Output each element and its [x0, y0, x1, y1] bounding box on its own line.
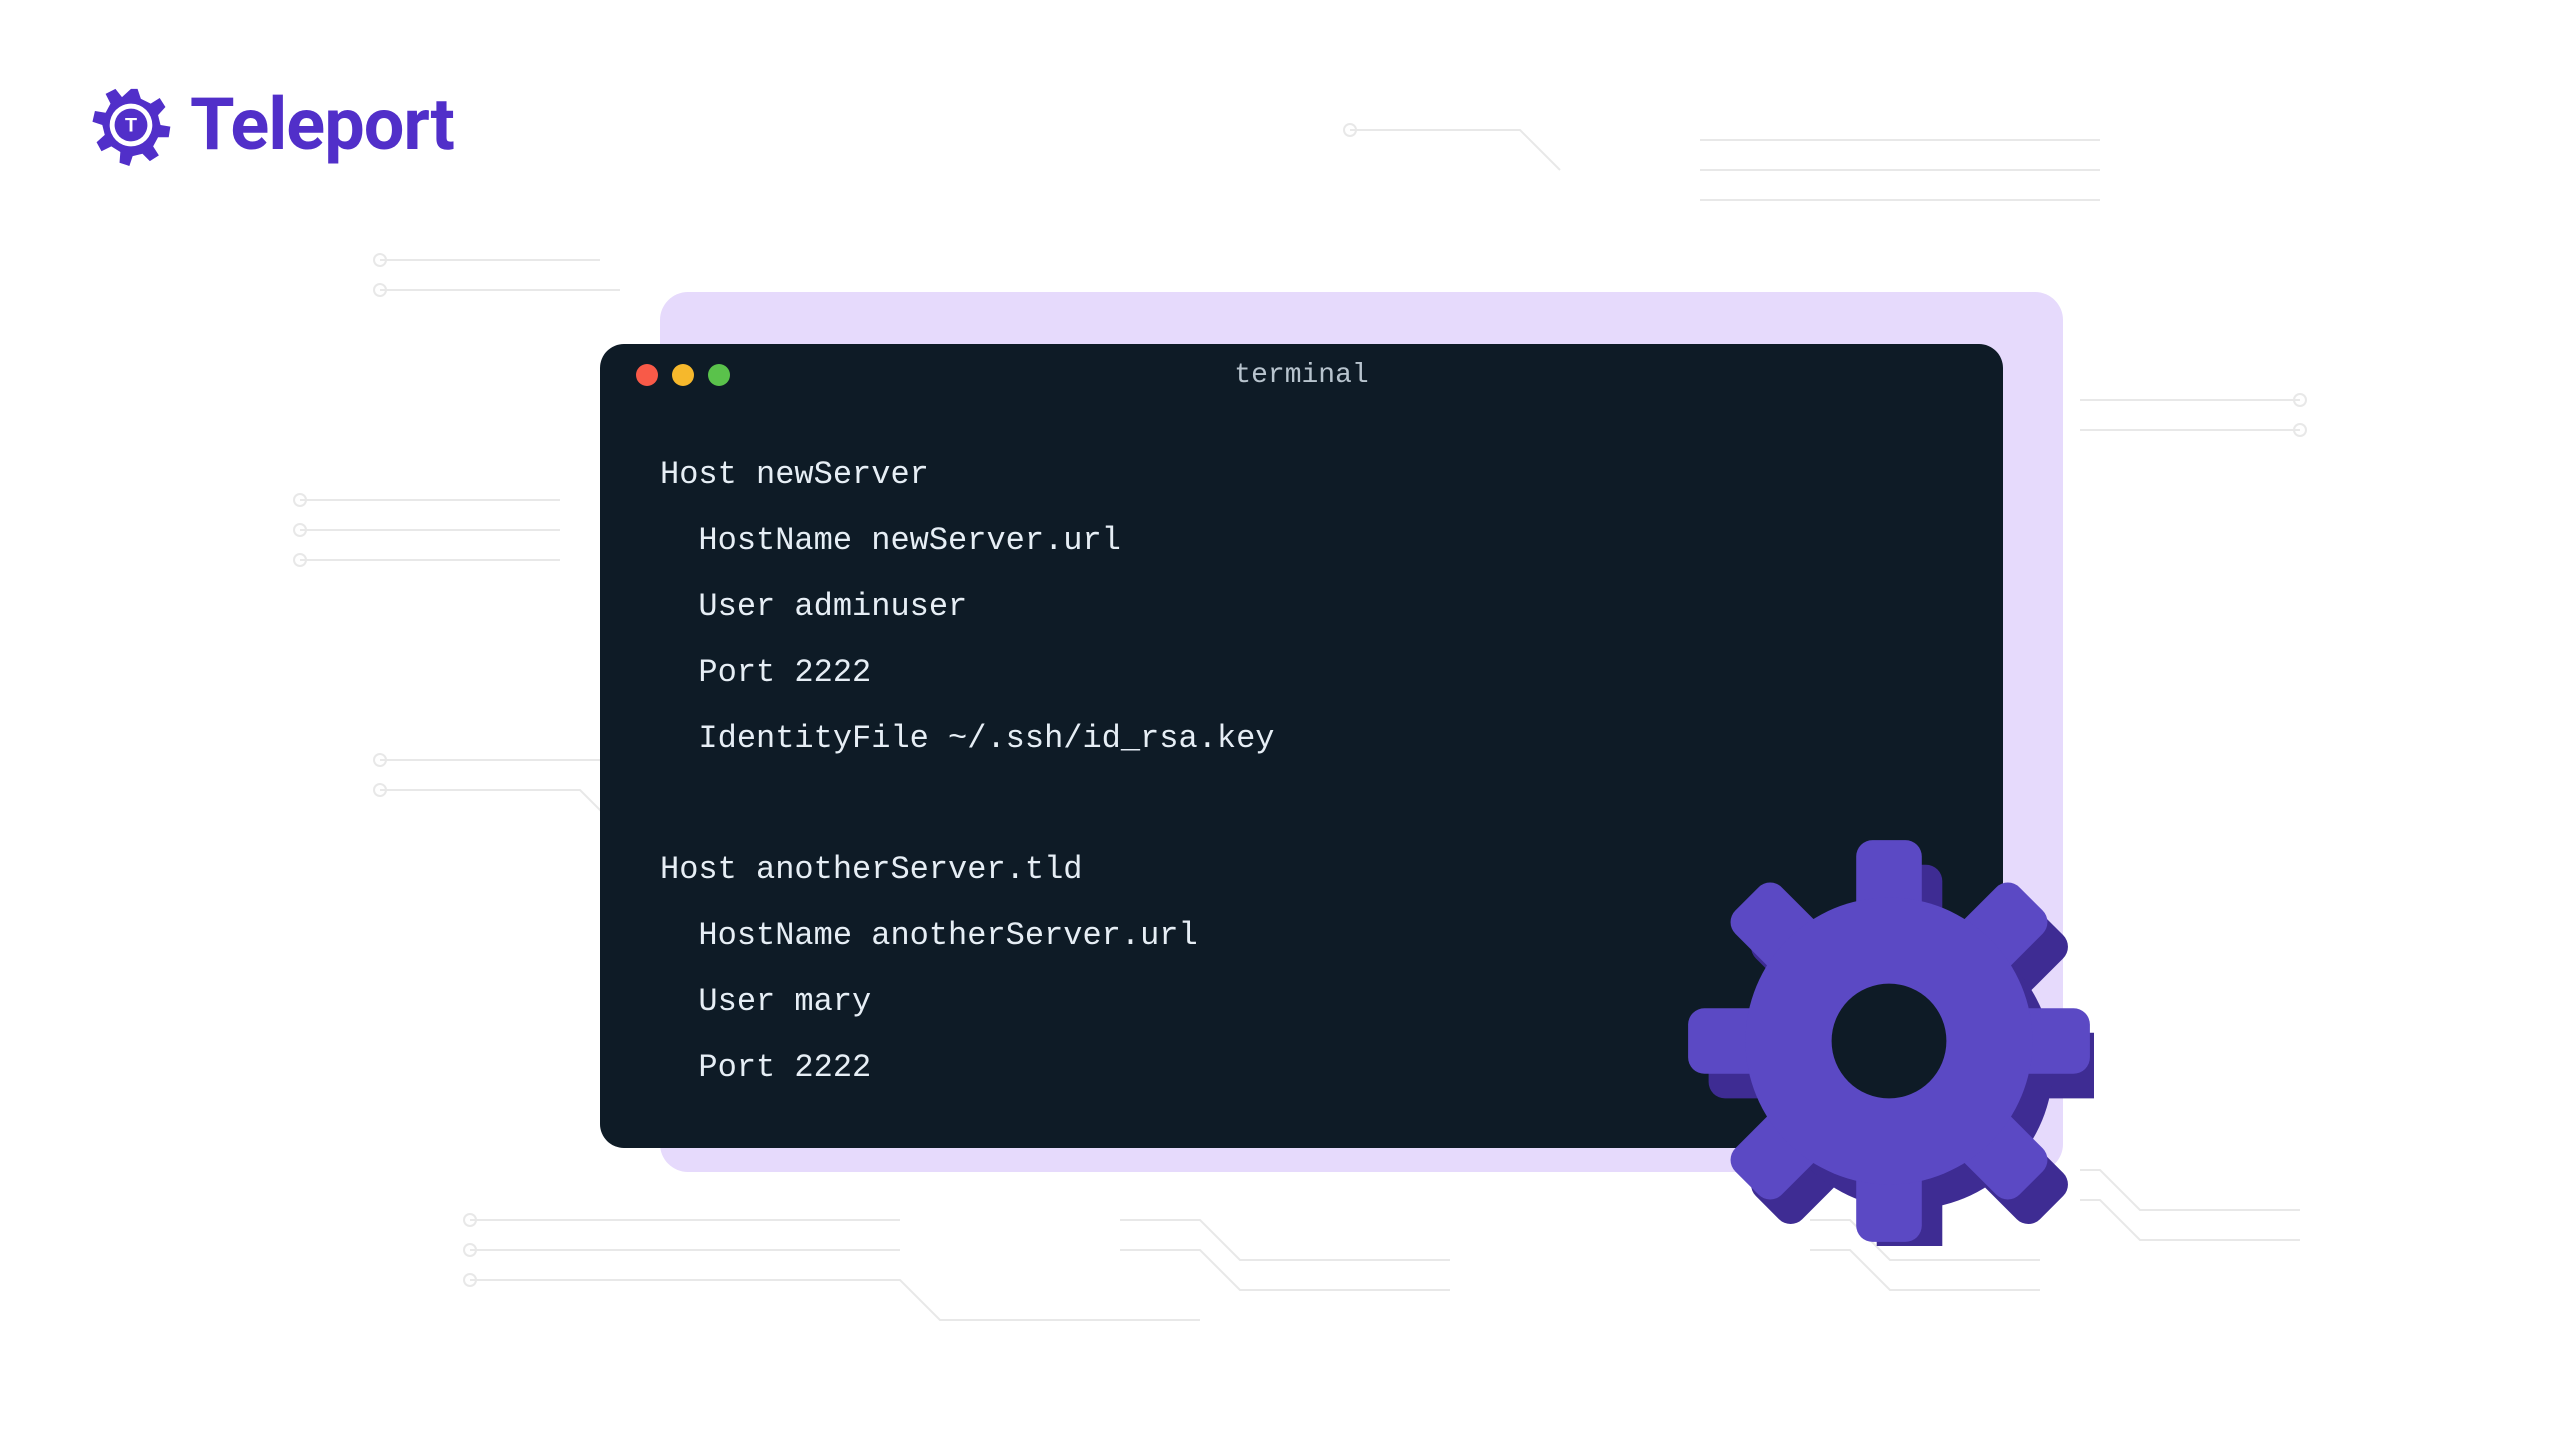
minimize-icon[interactable] — [672, 364, 694, 386]
maximize-icon[interactable] — [708, 364, 730, 386]
brand-logo: T Teleport — [90, 82, 454, 167]
terminal-title: terminal — [600, 360, 2003, 391]
terminal-titlebar: terminal — [600, 344, 2003, 406]
brand-name: Teleport — [190, 82, 454, 167]
window-controls — [636, 364, 730, 386]
teleport-gear-icon: T — [90, 84, 172, 166]
svg-text:T: T — [125, 114, 137, 136]
gear-decoration — [1684, 836, 2094, 1246]
close-icon[interactable] — [636, 364, 658, 386]
